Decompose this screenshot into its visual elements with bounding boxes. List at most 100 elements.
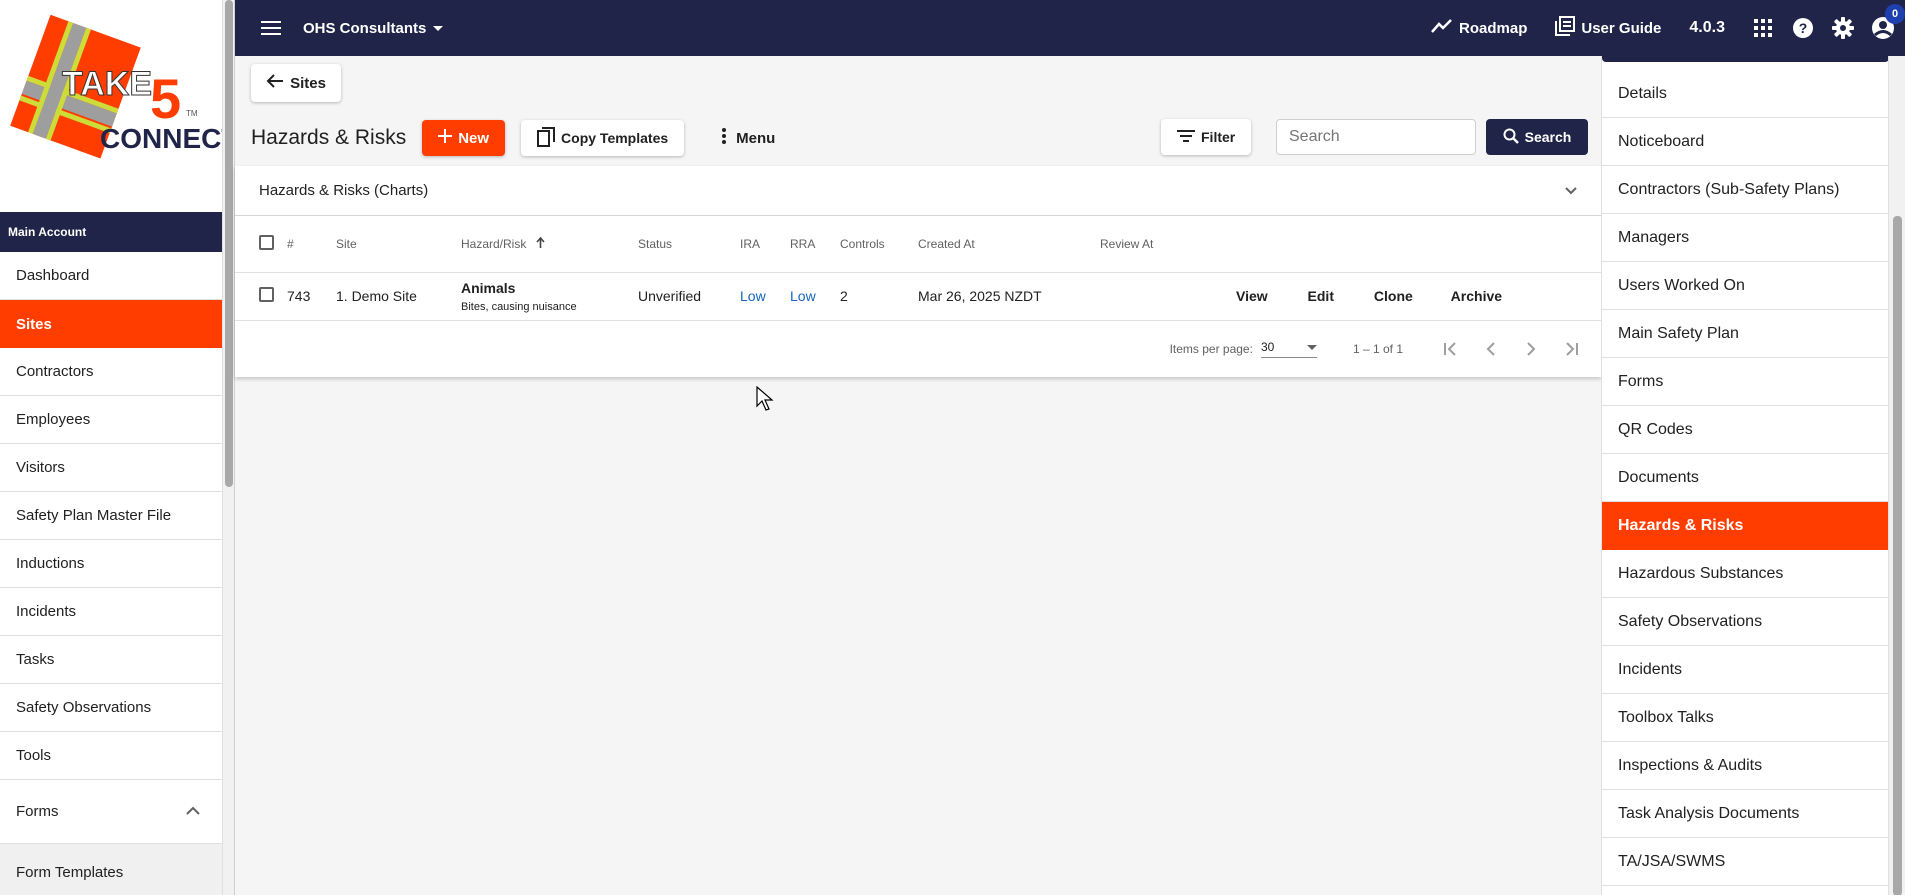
site-nav-managers[interactable]: Managers	[1602, 214, 1888, 262]
table-row[interactable]: 743 1. Demo Site Animals Bites, causing …	[235, 272, 1601, 321]
site-nav-noticeboard[interactable]: Noticeboard	[1602, 118, 1888, 166]
view-button[interactable]: View	[1236, 288, 1268, 304]
sidebar-item-tasks[interactable]: Tasks	[0, 636, 222, 684]
col-header-rra[interactable]: RRA	[790, 216, 840, 273]
select-all-cell	[235, 216, 287, 273]
left-sidebar: TAKE 5 CONNECT TM Main Account Dashboard…	[0, 0, 222, 895]
sidebar-item-visitors[interactable]: Visitors	[0, 444, 222, 492]
col-header-controls[interactable]: Controls	[840, 216, 918, 273]
col-header-status[interactable]: Status	[638, 216, 740, 273]
filter-label: Filter	[1201, 129, 1236, 145]
site-nav-forms[interactable]: Forms	[1602, 358, 1888, 406]
search-input[interactable]	[1276, 119, 1476, 155]
sidebar-item-forms[interactable]: Forms	[0, 780, 222, 844]
site-nav-inspections-audits[interactable]: Inspections & Audits	[1602, 742, 1888, 790]
mouse-cursor-icon	[756, 385, 774, 417]
row-select-cell	[235, 272, 287, 321]
site-nav-incidents[interactable]: Incidents	[1602, 646, 1888, 694]
hazards-table: # Site Hazard/Risk Status IRA RRA Contro…	[235, 216, 1601, 321]
user-guide-link[interactable]: User Guide	[1555, 16, 1661, 40]
range-label: 1 – 1 of 1	[1352, 341, 1403, 356]
sidebar-item-incidents[interactable]: Incidents	[0, 588, 222, 636]
new-button[interactable]: New	[422, 120, 506, 156]
archive-button[interactable]: Archive	[1451, 288, 1502, 304]
menu-button[interactable]: Menu	[722, 120, 775, 156]
row-ira[interactable]: Low	[740, 272, 790, 321]
row-checkbox[interactable]	[259, 287, 274, 302]
settings-gear-icon[interactable]	[1831, 16, 1855, 40]
site-nav: Details Noticeboard Contractors (Sub-Saf…	[1601, 56, 1888, 895]
roadmap-link[interactable]: Roadmap	[1431, 19, 1527, 37]
main-content: Sites Hazards & Risks New Copy Templates…	[235, 56, 1601, 895]
help-icon[interactable]: ?	[1791, 16, 1815, 40]
sidebar-item-inductions[interactable]: Inductions	[0, 540, 222, 588]
col-header-hazard[interactable]: Hazard/Risk	[461, 216, 638, 273]
col-header-review[interactable]: Review At	[1100, 216, 1200, 273]
search-button[interactable]: Search	[1486, 119, 1588, 155]
caret-down-icon	[1306, 340, 1317, 354]
sidebar-item-safety-plan-master-file[interactable]: Safety Plan Master File	[0, 492, 222, 540]
edit-button[interactable]: Edit	[1308, 288, 1334, 304]
sidebar-item-sites[interactable]: Sites	[0, 300, 222, 348]
sidebar-item-employees[interactable]: Employees	[0, 396, 222, 444]
apps-grid-icon[interactable]	[1751, 16, 1775, 40]
sidebar-item-contractors[interactable]: Contractors	[0, 348, 222, 396]
filter-button[interactable]: Filter	[1161, 119, 1252, 155]
chevron-up-icon	[186, 803, 200, 820]
site-nav-documents[interactable]: Documents	[1602, 454, 1888, 502]
site-nav-users-worked-on[interactable]: Users Worked On	[1602, 262, 1888, 310]
site-nav-qr-codes[interactable]: QR Codes	[1602, 406, 1888, 454]
user-guide-label: User Guide	[1581, 19, 1662, 37]
account-header: Main Account	[0, 212, 222, 252]
col-header-ira[interactable]: IRA	[740, 216, 790, 273]
items-per-page-select[interactable]: 30	[1260, 339, 1317, 358]
clone-button[interactable]: Clone	[1374, 288, 1413, 304]
sidebar-item-safety-observations[interactable]: Safety Observations	[0, 684, 222, 732]
toolbar: Hazards & Risks New Copy Templates Menu …	[251, 119, 1591, 157]
more-vert-icon	[722, 128, 727, 148]
charts-expander[interactable]: Hazards & Risks (Charts)	[235, 166, 1601, 216]
next-page-icon[interactable]	[1511, 329, 1551, 369]
notification-badge: 0	[1885, 4, 1905, 24]
row-hazard-cell: Animals Bites, causing nuisance	[461, 272, 638, 321]
copy-templates-button[interactable]: Copy Templates	[521, 120, 685, 156]
hamburger-menu-icon[interactable]	[259, 16, 283, 40]
book-icon	[1555, 16, 1576, 40]
site-nav-safety-observations[interactable]: Safety Observations	[1602, 598, 1888, 646]
sidebar-item-tools[interactable]: Tools	[0, 732, 222, 780]
sort-arrow-up-icon	[536, 236, 545, 251]
row-rra[interactable]: Low	[790, 272, 840, 321]
first-page-icon[interactable]	[1431, 329, 1471, 369]
site-nav-toolbox-talks[interactable]: Toolbox Talks	[1602, 694, 1888, 742]
logo[interactable]: TAKE 5 CONNECT TM	[0, 0, 222, 212]
col-header-created[interactable]: Created At	[918, 216, 1100, 273]
col-header-id[interactable]: #	[287, 216, 336, 273]
org-switcher[interactable]: OHS Consultants	[303, 20, 444, 37]
sidebar-item-form-templates[interactable]: Form Templates	[0, 844, 222, 895]
logo-text-five: 5	[150, 67, 181, 130]
new-label: New	[458, 129, 490, 147]
select-all-checkbox[interactable]	[259, 234, 274, 250]
sidebar-item-dashboard[interactable]: Dashboard	[0, 252, 222, 300]
col-header-site[interactable]: Site	[336, 216, 461, 273]
site-nav-scrollbar-thumb[interactable]	[1893, 216, 1902, 895]
site-nav-task-analysis-documents[interactable]: Task Analysis Documents	[1602, 790, 1888, 838]
site-nav-ta-jsa-swms[interactable]: TA/JSA/SWMS	[1602, 838, 1888, 886]
site-nav-hazardous-substances[interactable]: Hazardous Substances	[1602, 550, 1888, 598]
search-icon	[1503, 128, 1519, 147]
site-nav-scrollbar[interactable]	[1888, 56, 1905, 895]
account-circle-icon[interactable]: 0	[1871, 4, 1905, 40]
logo-text-take: TAKE	[62, 65, 152, 103]
roadmap-label: Roadmap	[1459, 19, 1528, 37]
site-nav-details[interactable]: Details	[1602, 70, 1888, 118]
site-nav-hazards-risks[interactable]: Hazards & Risks	[1602, 502, 1888, 550]
menu-label: Menu	[736, 129, 776, 147]
sidebar-scrollbar-thumb[interactable]	[225, 0, 233, 487]
items-per-page-value: 30	[1260, 339, 1275, 354]
sidebar-scrollbar[interactable]	[222, 0, 235, 895]
back-to-sites-button[interactable]: Sites	[251, 64, 341, 102]
site-nav-contractors[interactable]: Contractors (Sub-Safety Plans)	[1602, 166, 1888, 214]
last-page-icon[interactable]	[1551, 329, 1591, 369]
site-nav-main-safety-plan[interactable]: Main Safety Plan	[1602, 310, 1888, 358]
prev-page-icon[interactable]	[1471, 329, 1511, 369]
